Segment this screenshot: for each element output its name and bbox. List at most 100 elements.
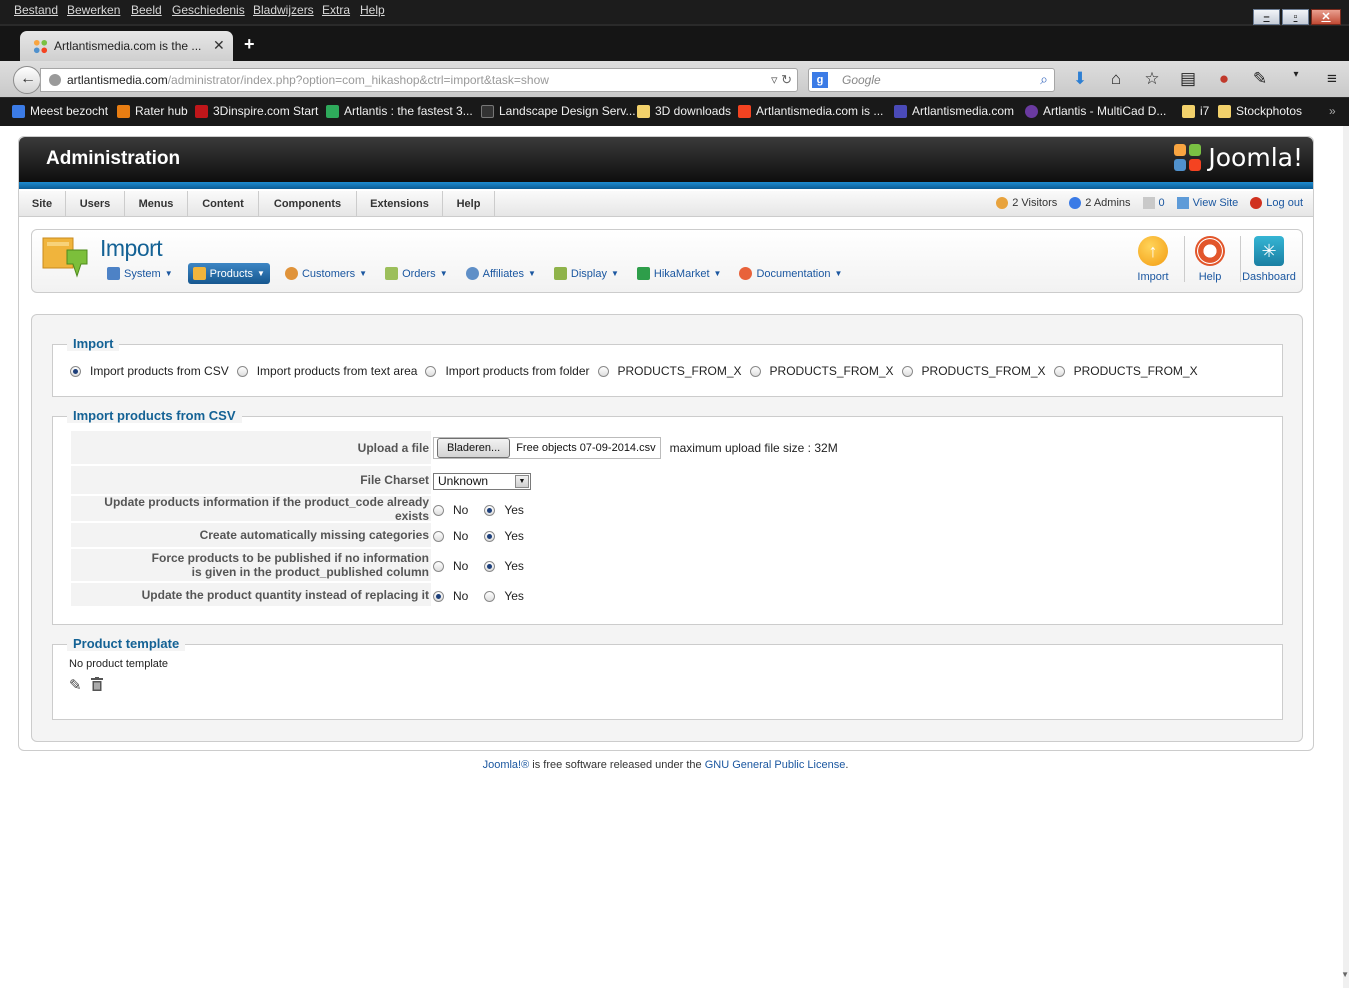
menu-help[interactable]: Help: [360, 3, 385, 17]
radio-products-from-x[interactable]: [597, 365, 609, 377]
joomla-link[interactable]: Joomla!®: [483, 759, 530, 771]
menu-extra[interactable]: Extra: [322, 3, 350, 17]
reading-list-icon[interactable]: ▤: [1170, 69, 1206, 89]
create-categories-no-radio[interactable]: [433, 530, 444, 542]
bookmark-item[interactable]: i7: [1182, 104, 1209, 118]
submenu-affiliates[interactable]: Affiliates ▼: [463, 263, 539, 284]
update-by-code-yes-radio[interactable]: [484, 504, 496, 516]
bookmark-item[interactable]: Artlantismedia.com is ...: [738, 104, 883, 118]
new-tab-button[interactable]: +: [244, 34, 255, 55]
admin-users-icon: [1069, 197, 1082, 209]
force-published-no-radio[interactable]: [433, 560, 444, 572]
messages-status[interactable]: 0: [1142, 197, 1165, 209]
bookmark-item[interactable]: Artlantismedia.com: [894, 104, 1014, 118]
submenu-hikamarket[interactable]: HikaMarket ▼: [634, 263, 725, 284]
back-button[interactable]: ←: [13, 66, 41, 94]
bookmark-item[interactable]: Rater hub: [117, 104, 188, 118]
close-tab-icon[interactable]: ✕: [213, 37, 225, 54]
option-products-from-x[interactable]: PRODUCTS_FROM_X: [1053, 364, 1198, 378]
option-products-from-x[interactable]: PRODUCTS_FROM_X: [749, 364, 894, 378]
bookmark-item[interactable]: 3Dinspire.com Start: [195, 104, 318, 118]
scroll-down-arrow-icon[interactable]: ▼: [1341, 970, 1349, 979]
gpl-license-link[interactable]: GNU General Public License: [705, 759, 846, 771]
bookmark-item[interactable]: Artlantis : the fastest 3...: [326, 104, 473, 118]
vertical-scrollbar[interactable]: [1343, 126, 1349, 988]
bookmark-item[interactable]: Meest bezocht: [12, 104, 108, 118]
reload-icon[interactable]: ▿ ↻: [771, 72, 792, 88]
search-icon[interactable]: ⌕: [1040, 71, 1048, 88]
page-viewport: Administration Joomla! Site Users Menus …: [0, 126, 1343, 988]
option-import-csv[interactable]: Import products from CSV: [70, 364, 229, 378]
bookmark-folder-icon: [637, 104, 650, 118]
bookmark-item[interactable]: Landscape Design Serv...: [481, 104, 636, 118]
logout-link[interactable]: Log out: [1250, 197, 1303, 209]
import-button[interactable]: ↑ Import: [1124, 236, 1182, 288]
app-menu-icon[interactable]: ≡: [1314, 69, 1349, 89]
adblock-icon[interactable]: ●: [1206, 69, 1242, 89]
menu-users[interactable]: Users: [66, 191, 125, 217]
submenu-system[interactable]: System ▼: [104, 263, 176, 284]
update-by-code-no-radio[interactable]: [433, 504, 444, 516]
search-bar[interactable]: g Google ⌕: [808, 68, 1055, 92]
submenu-orders[interactable]: Orders ▼: [382, 263, 451, 284]
trash-icon[interactable]: [91, 677, 103, 691]
menu-menus[interactable]: Menus: [125, 191, 188, 217]
radio-import-folder[interactable]: [425, 365, 437, 377]
chevron-down-icon: ▼: [257, 269, 265, 278]
maximize-button[interactable]: ▫: [1282, 9, 1309, 25]
update-quantity-no-radio[interactable]: [433, 590, 444, 602]
submenu-documentation[interactable]: Documentation ▼: [736, 263, 845, 284]
addon-icon[interactable]: ✎: [1242, 69, 1278, 89]
bookmark-item[interactable]: Artlantis - MultiCad D...: [1025, 104, 1166, 118]
dashboard-button[interactable]: ✳ Dashboard: [1240, 236, 1298, 288]
submenu-display[interactable]: Display ▼: [551, 263, 622, 284]
menu-site[interactable]: Site: [19, 191, 66, 217]
address-bar[interactable]: artlantismedia.com/administrator/index.p…: [40, 68, 798, 92]
bookmark-star-icon[interactable]: ☆: [1134, 69, 1170, 89]
option-import-textarea[interactable]: Import products from text area: [236, 364, 417, 378]
help-button[interactable]: Help: [1181, 236, 1239, 288]
submenu-products[interactable]: Products ▼: [187, 263, 270, 284]
view-site-link[interactable]: View Site: [1176, 197, 1238, 209]
menu-geschiedenis[interactable]: Geschiedenis: [172, 3, 245, 17]
close-window-button[interactable]: ✕: [1311, 9, 1341, 25]
charset-label: File Charset: [71, 466, 431, 495]
download-icon[interactable]: ⬇: [1062, 69, 1098, 89]
chevron-down-icon: ▼: [527, 269, 536, 278]
browser-tab[interactable]: Artlantismedia.com is the ... ✕: [20, 31, 233, 61]
bookmark-icon: [326, 104, 339, 118]
menu-beeld[interactable]: Beeld: [131, 3, 162, 17]
file-input[interactable]: Bladeren... Free objects 07-09-2014.csv: [433, 437, 661, 459]
bookmark-item[interactable]: 3D downloads: [637, 104, 731, 118]
selected-file-name: Free objects 07-09-2014.csv: [516, 442, 656, 454]
edit-pencil-icon[interactable]: ✎: [69, 676, 82, 694]
chevron-down-icon: ▼: [359, 269, 368, 278]
menu-bestand[interactable]: Bestand: [14, 3, 58, 17]
chevron-down-icon: ▼: [164, 269, 173, 278]
submenu-customers[interactable]: Customers ▼: [282, 263, 370, 284]
radio-products-from-x[interactable]: [901, 365, 913, 377]
option-import-folder[interactable]: Import products from folder: [425, 364, 590, 378]
force-published-yes-radio[interactable]: [484, 560, 496, 572]
home-icon[interactable]: ⌂: [1098, 69, 1134, 89]
option-products-from-x[interactable]: PRODUCTS_FROM_X: [901, 364, 1046, 378]
menu-extensions[interactable]: Extensions: [357, 191, 443, 217]
menu-components[interactable]: Components: [259, 191, 357, 217]
radio-products-from-x[interactable]: [1053, 365, 1065, 377]
menu-help[interactable]: Help: [443, 191, 495, 217]
radio-import-csv[interactable]: [70, 365, 81, 377]
minimize-button[interactable]: –: [1253, 9, 1280, 25]
charset-select[interactable]: Unknown ▼: [433, 473, 531, 490]
browse-button[interactable]: Bladeren...: [437, 438, 511, 458]
dropdown-icon[interactable]: ▾: [1278, 69, 1314, 89]
menu-content[interactable]: Content: [188, 191, 259, 217]
create-categories-yes-radio[interactable]: [484, 530, 496, 542]
radio-import-textarea[interactable]: [236, 365, 248, 377]
radio-products-from-x[interactable]: [749, 365, 761, 377]
option-products-from-x[interactable]: PRODUCTS_FROM_X: [597, 364, 742, 378]
menu-bladwijzers[interactable]: Bladwijzers: [253, 3, 314, 17]
bookmarks-overflow-button[interactable]: »: [1329, 104, 1336, 118]
update-quantity-yes-radio[interactable]: [484, 590, 496, 602]
menu-bewerken[interactable]: Bewerken: [67, 3, 120, 17]
bookmark-item[interactable]: Stockphotos: [1218, 104, 1302, 118]
